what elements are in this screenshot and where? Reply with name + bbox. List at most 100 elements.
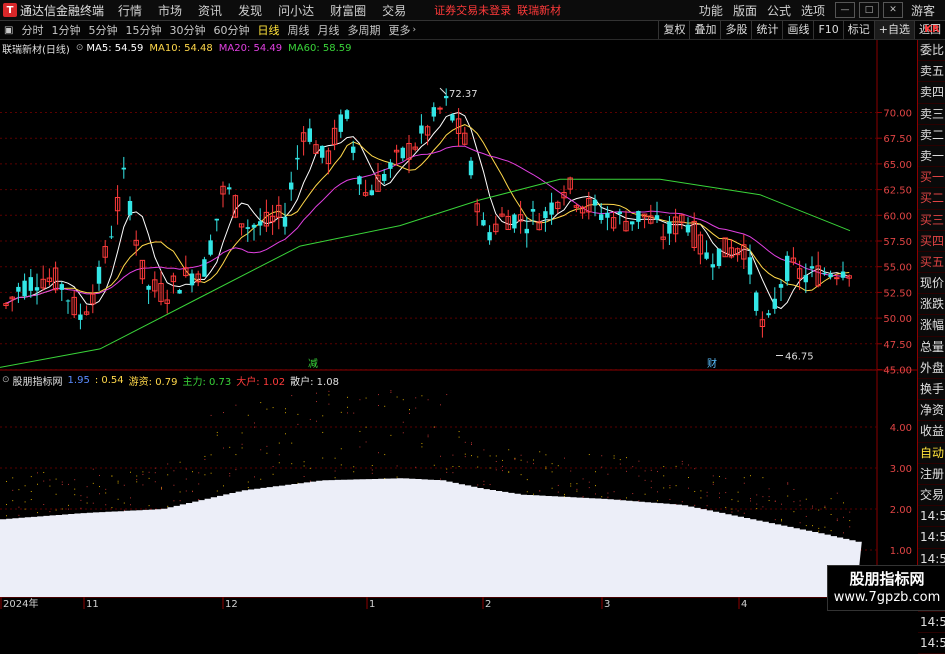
indicator-dot — [663, 475, 665, 477]
indicator-dot — [793, 511, 795, 513]
period-daily[interactable]: 日线 — [257, 22, 279, 38]
indicator-dot — [353, 466, 355, 468]
candle-body-up — [610, 217, 617, 229]
indicator-dot — [539, 490, 541, 492]
indicator-dot — [347, 396, 348, 398]
indicator-dot — [247, 414, 249, 416]
indicator-dot — [198, 483, 200, 485]
candle-body-up — [691, 220, 697, 248]
indicator-dot — [297, 482, 299, 484]
maximize-icon[interactable]: □ — [858, 2, 879, 18]
indicator-dot — [644, 479, 646, 481]
guest-label[interactable]: 游客 — [911, 2, 935, 19]
period-more[interactable]: 更多 — [388, 22, 410, 38]
indicator-dot — [6, 480, 7, 482]
indicator-dot — [185, 468, 187, 470]
indicator-dot — [37, 472, 38, 474]
indicator-dot — [86, 486, 88, 488]
period-multi[interactable]: 多周期 — [347, 22, 380, 38]
trade-login-warning[interactable]: 证券交易未登录 — [434, 2, 511, 18]
candle-body-down — [320, 145, 325, 158]
kline-chart[interactable]: 70.00 67.50 65.00 62.50 60.00 57.50 55.00 52.50… — [0, 0, 945, 609]
indicator-dot — [309, 467, 311, 469]
candle-body-down — [772, 298, 777, 309]
f10-button[interactable]: F10 — [813, 21, 842, 39]
close-icon[interactable]: ✕ — [882, 2, 903, 18]
period-15min[interactable]: 15分钟 — [125, 22, 161, 38]
fuquan-button[interactable]: 复权 — [658, 21, 689, 39]
menu-item-xuanxiang[interactable]: 选项 — [801, 2, 825, 19]
candle-body-down — [59, 284, 64, 290]
event-marker-reduce[interactable]: 减 — [308, 358, 318, 370]
menu-item-gongshi[interactable]: 公式 — [767, 2, 791, 19]
indicator-dot — [61, 484, 63, 486]
indicator-dot — [719, 497, 720, 499]
indicator-dot — [452, 466, 454, 468]
biaoji-button[interactable]: 标记 — [842, 21, 874, 39]
indicator-dot — [830, 530, 832, 532]
indicator-dot — [291, 395, 293, 397]
indicator-dot — [396, 476, 398, 478]
indicator-v2: : 0.54 — [94, 374, 124, 386]
indicator-dot — [514, 457, 516, 459]
candle-body-down — [766, 313, 771, 316]
period-5min[interactable]: 5分钟 — [88, 22, 117, 38]
menu-item-hangqing[interactable]: 行情 — [118, 2, 142, 19]
indicator-dot — [787, 483, 789, 485]
candle-body-down — [177, 289, 182, 294]
high-pointer — [439, 87, 447, 95]
diejia-button[interactable]: 叠加 — [689, 21, 720, 39]
indicator-dot — [384, 478, 386, 480]
menu-item-faxian[interactable]: 发现 — [238, 2, 262, 19]
period-weekly[interactable]: 周线 — [287, 22, 309, 38]
add-watchlist-button[interactable]: +自选 — [873, 21, 914, 39]
period-monthly[interactable]: 月线 — [317, 22, 339, 38]
candle-body-down — [592, 199, 598, 206]
legend-chevron-icon[interactable]: ⊙ — [76, 43, 84, 53]
candle-body-up — [313, 144, 319, 154]
indicator-dot — [347, 406, 348, 408]
indicator-dot — [793, 501, 795, 503]
period-60min[interactable]: 60分钟 — [213, 22, 249, 38]
menu-item-zixun[interactable]: 资讯 — [198, 2, 222, 19]
indicator-dot — [328, 403, 330, 405]
candle-body-up — [846, 275, 852, 279]
duogu-button[interactable]: 多股 — [720, 21, 751, 39]
menu-item-gongneng[interactable]: 功能 — [699, 2, 723, 19]
huaxian-button[interactable]: 画线 — [782, 21, 813, 39]
candle-body-up — [759, 319, 766, 327]
indicator-dot — [192, 490, 193, 492]
indicator-toggle-icon[interactable]: ⊙ — [2, 375, 10, 385]
indicator-legend: ⊙ 股朋指标网 1.95 : 0.54 游资: 0.79 主力: 0.73 大户… — [2, 373, 344, 388]
menu-bar: T 通达信金融终端 行情 市场 资讯 发现 问小达 财富圈 交易 证券交易未登录… — [0, 0, 945, 21]
tongji-button[interactable]: 统计 — [751, 21, 782, 39]
minimize-icon[interactable]: — — [834, 2, 855, 18]
quote-field-23: 14:55 — [918, 527, 945, 549]
event-marker-finance[interactable]: 财 — [707, 357, 717, 370]
indicator-dot — [322, 415, 324, 417]
quote-field-3: 卖三 — [918, 104, 945, 125]
indicator-dot — [824, 526, 826, 528]
indicator-dot — [179, 500, 181, 502]
menu-item-shichang[interactable]: 市场 — [158, 2, 182, 19]
candle-body-down — [431, 107, 436, 117]
menu-item-jiaoyi[interactable]: 交易 — [382, 2, 406, 19]
watermark-title: 股朋指标网 — [849, 570, 925, 588]
period-30min[interactable]: 30分钟 — [169, 22, 205, 38]
indicator-dot — [309, 480, 311, 482]
indicator-dot — [254, 476, 255, 478]
menu-item-caifuquan[interactable]: 财富圈 — [330, 2, 366, 19]
indicator-dot — [390, 434, 392, 436]
candle-body-up — [834, 277, 840, 280]
menu-item-wenxiaoda[interactable]: 问小达 — [278, 2, 314, 19]
period-1min[interactable]: 1分钟 — [51, 22, 80, 38]
candle-body-down — [382, 174, 387, 181]
candle-body-up — [672, 216, 679, 235]
indicator-dot — [632, 501, 634, 503]
menu-item-banmian[interactable]: 版面 — [733, 2, 757, 19]
candle-body-up — [623, 220, 629, 232]
chevron-right-icon[interactable]: › — [412, 25, 416, 35]
toolbar-menu-icon[interactable]: ▣ — [4, 25, 13, 36]
period-fenshi[interactable]: 分时 — [21, 22, 43, 38]
indicator-dot — [12, 500, 14, 502]
